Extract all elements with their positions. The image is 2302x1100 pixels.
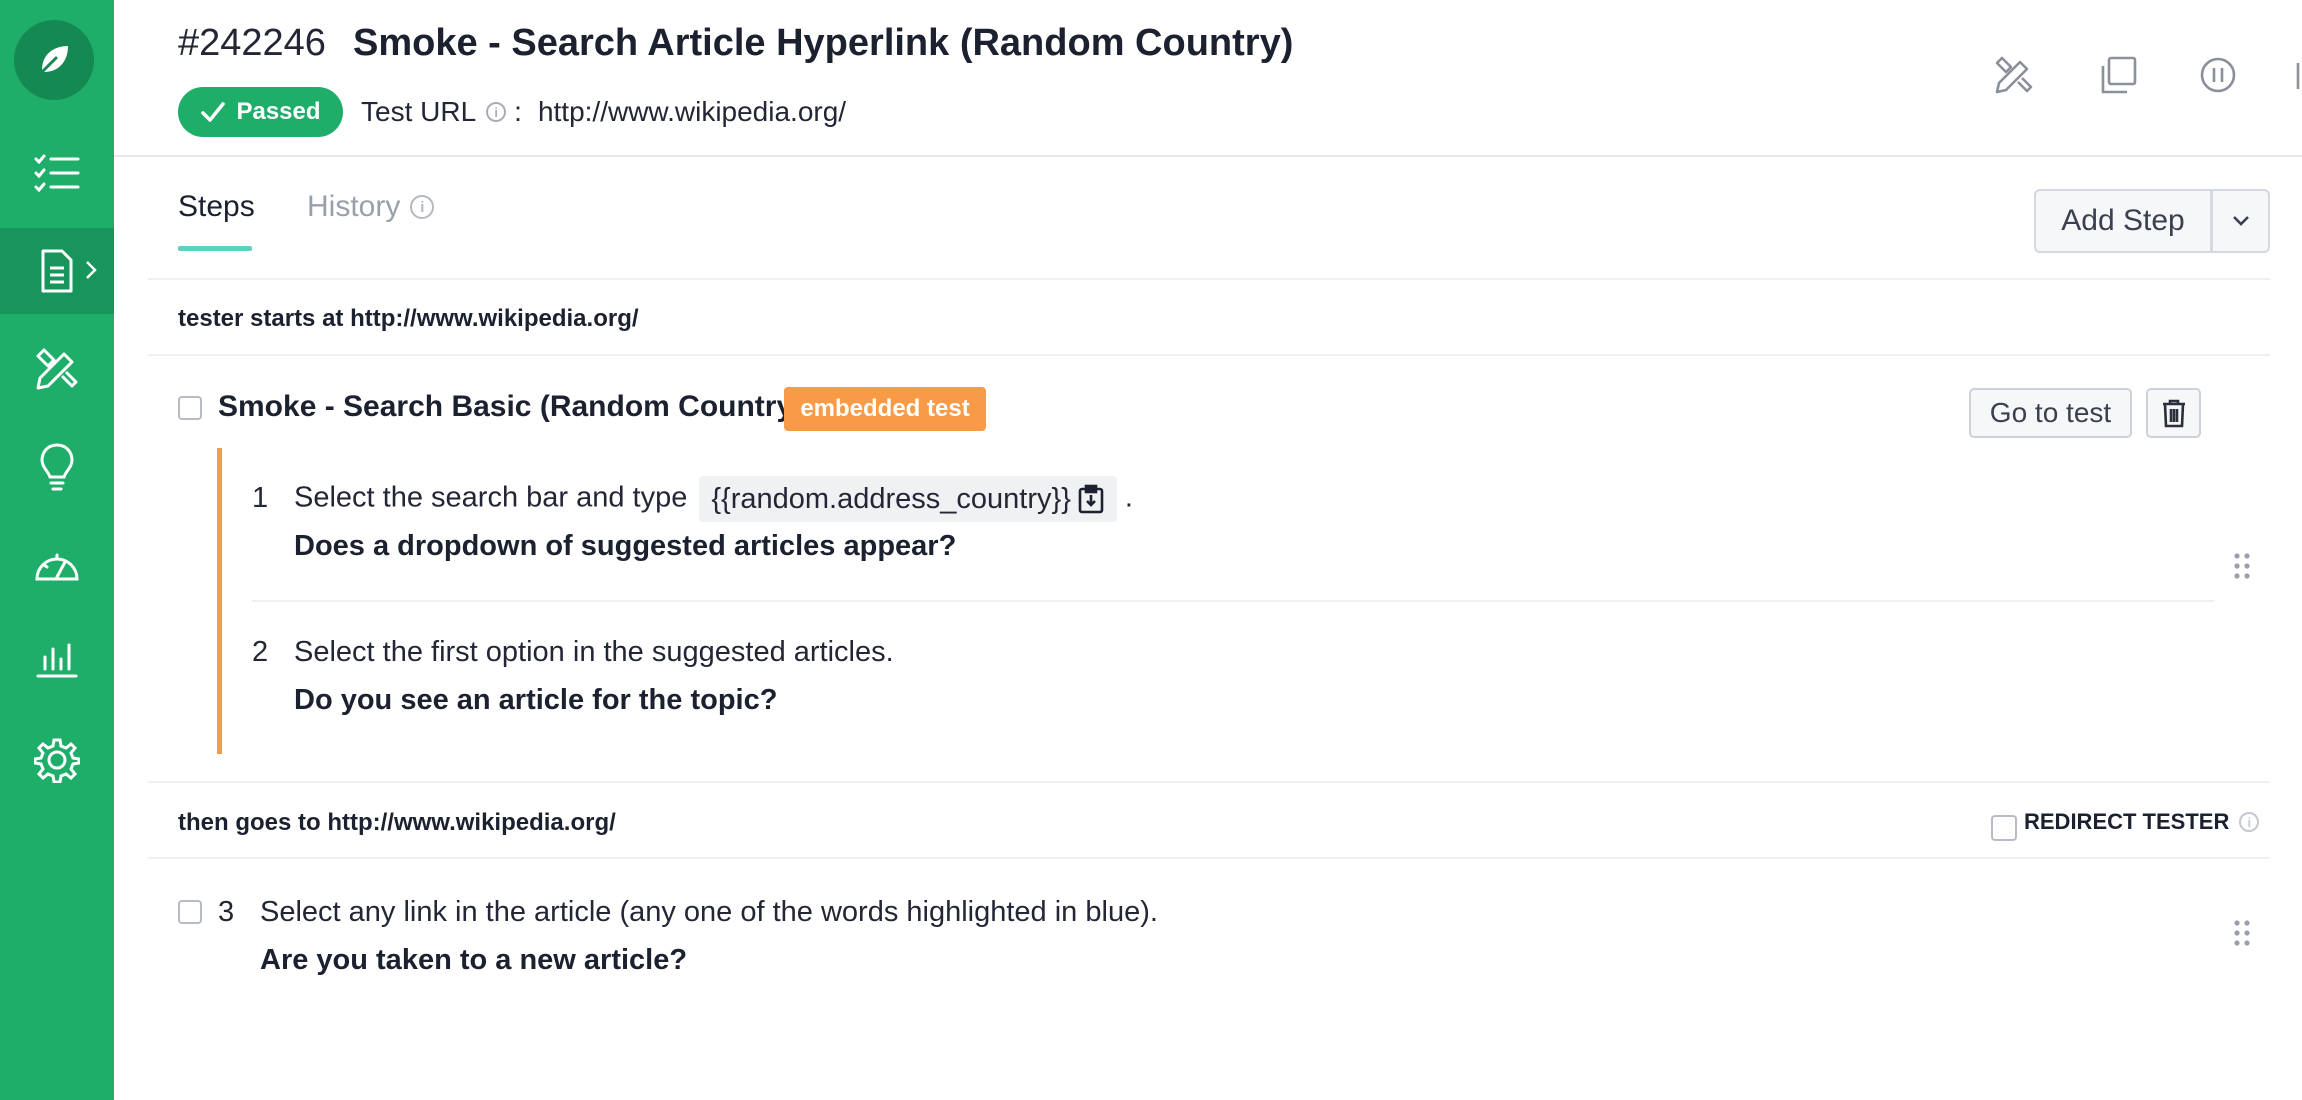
bar-chart-icon xyxy=(36,643,78,678)
gear-icon xyxy=(34,738,80,783)
lightbulb-icon xyxy=(40,443,74,491)
test-url-label: Test URL xyxy=(361,96,477,127)
divider xyxy=(148,278,2270,280)
tab-history[interactable]: History i xyxy=(307,190,442,224)
info-icon[interactable]: i xyxy=(410,195,435,219)
go-to-test-button[interactable]: Go to test xyxy=(1969,388,2132,438)
sidebar-item-performance[interactable] xyxy=(0,522,114,608)
duplicate-icon[interactable] xyxy=(2098,55,2138,95)
chevron-right-icon xyxy=(86,261,97,279)
embedded-test-bar xyxy=(217,448,222,754)
step-question: Do you see an article for the topic? xyxy=(294,684,778,716)
drag-handle-icon[interactable] xyxy=(2234,920,2250,946)
add-step-dropdown[interactable] xyxy=(2211,189,2270,253)
step-action-text: Select the search bar and type xyxy=(294,481,688,514)
embedded-test-badge: embedded test xyxy=(784,387,986,431)
checkmark-icon xyxy=(201,102,226,122)
redirect-tester-checkbox[interactable] xyxy=(1991,815,2017,841)
delete-button[interactable] xyxy=(2146,388,2201,438)
sidebar-item-settings[interactable] xyxy=(0,717,114,803)
page-title: Smoke - Search Article Hyperlink (Random… xyxy=(353,22,1294,64)
tab-active-indicator xyxy=(178,246,252,251)
app-root: #242246 Smoke - Search Article Hyperlink… xyxy=(0,0,2302,1100)
test-url-value[interactable]: http://www.wikipedia.org/ xyxy=(538,96,846,128)
divider xyxy=(148,857,2270,859)
redirect-tester-label: REDIRECT TESTER i xyxy=(2024,809,2267,835)
status-label: Passed xyxy=(236,98,321,125)
step-divider xyxy=(252,600,2214,602)
test-url-separator: : xyxy=(514,96,522,127)
tab-history-label: History xyxy=(307,190,401,223)
chevron-down-icon xyxy=(2232,216,2249,226)
test-id: #242246 xyxy=(178,22,326,64)
add-step-button[interactable]: Add Step xyxy=(2034,189,2212,253)
sidebar-item-design[interactable] xyxy=(0,326,114,412)
drag-handle-icon[interactable] xyxy=(2234,553,2250,579)
divider xyxy=(148,354,2270,356)
sidebar-item-checklist[interactable] xyxy=(0,130,114,216)
info-icon[interactable]: i xyxy=(2239,812,2260,832)
info-icon[interactable]: i xyxy=(486,102,507,122)
document-icon xyxy=(41,249,73,293)
start-url-line: tester starts at http://www.wikipedia.or… xyxy=(178,305,639,332)
sidebar-item-tests[interactable] xyxy=(0,228,114,314)
sidebar xyxy=(0,0,114,1100)
then-url-line: then goes to http://www.wikipedia.org/ xyxy=(178,809,616,836)
step-number: 1 xyxy=(252,482,269,514)
redirect-tester-text: REDIRECT TESTER xyxy=(2024,809,2230,834)
pause-icon[interactable] xyxy=(2198,55,2238,95)
sidebar-item-analytics[interactable] xyxy=(0,616,114,702)
checklist-icon xyxy=(34,154,80,193)
step-number: 2 xyxy=(252,636,269,668)
step-action: Select the search bar and type {{random.a… xyxy=(294,476,1133,522)
step-question: Are you taken to a new article? xyxy=(260,944,688,976)
design-tools-icon xyxy=(36,348,78,390)
step-checkbox[interactable] xyxy=(178,900,202,924)
logo-leaf-icon[interactable] xyxy=(14,20,94,100)
tab-steps[interactable]: Steps xyxy=(178,190,255,224)
step-action: Select any link in the article (any one … xyxy=(260,896,1158,928)
embedded-test-title: Smoke - Search Basic (Random Country) xyxy=(218,390,804,423)
step-action: Select the first option in the suggested… xyxy=(294,636,894,668)
clipboard-icon[interactable] xyxy=(1077,484,1105,514)
variable-text: {{random.address_country}} xyxy=(711,482,1071,515)
embedded-test-checkbox[interactable] xyxy=(178,396,202,420)
step-question: Does a dropdown of suggested articles ap… xyxy=(294,530,957,562)
more-actions-icon[interactable] xyxy=(2294,55,2302,95)
divider xyxy=(148,781,2270,783)
step-action-suffix: . xyxy=(1124,481,1133,514)
variable-chip[interactable]: {{random.address_country}} xyxy=(699,476,1117,522)
status-badge: Passed xyxy=(178,87,343,137)
sidebar-item-ideas[interactable] xyxy=(0,424,114,510)
test-url-row: Test URL i : http://www.wikipedia.org/ xyxy=(361,96,846,128)
step-number: 3 xyxy=(218,896,235,928)
test-header: #242246 Smoke - Search Article Hyperlink… xyxy=(114,0,2302,157)
edit-design-icon[interactable] xyxy=(1994,55,2034,95)
speedometer-icon xyxy=(35,553,79,581)
trash-icon xyxy=(2162,399,2185,428)
